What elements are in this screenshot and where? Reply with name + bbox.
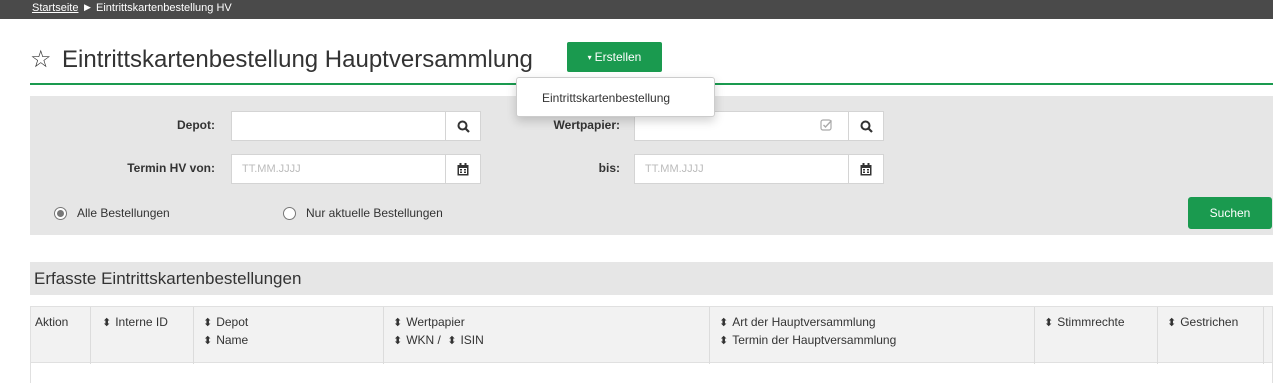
sort-icon: ⬍ (102, 317, 112, 329)
column-header-wertpapier[interactable]: ⬍ Wertpapier (393, 313, 465, 332)
column-divider (709, 307, 710, 364)
sort-icon: ⬍ (393, 317, 403, 329)
depot-label: Depot: (177, 118, 215, 132)
column-header-label: Interne ID (115, 315, 168, 329)
results-section-title: Erfasste Eintrittskartenbestellungen (30, 262, 1273, 295)
breadcrumb: Startseite ▶ Eintrittskartenbestellung H… (0, 0, 1273, 19)
breadcrumb-current: Eintrittskartenbestellung HV (96, 2, 232, 14)
create-button[interactable]: ▾ Erstellen (567, 42, 662, 72)
radio-current-label: Nur aktuelle Bestellungen (306, 206, 443, 220)
column-header-label: Name (216, 333, 249, 347)
radio-current-orders[interactable]: Nur aktuelle Bestellungen (283, 206, 443, 220)
column-header-label: Wertpapier (406, 315, 465, 329)
sort-icon: ⬍ (719, 317, 729, 329)
sort-icon: ⬍ (393, 335, 403, 347)
column-divider (90, 307, 91, 364)
termin-von-input[interactable]: TT.MM.JJJJ (231, 154, 446, 184)
star-outline-icon[interactable]: ☆ (30, 45, 52, 75)
bis-input[interactable]: TT.MM.JJJJ (634, 154, 849, 184)
radio-all-orders[interactable]: Alle Bestellungen (54, 206, 170, 220)
column-divider (383, 307, 384, 364)
column-header-wkn-isin[interactable]: ⬍ WKN / ⬍ ISIN (393, 331, 484, 350)
calendar-icon (457, 162, 469, 175)
search-button[interactable]: Suchen (1188, 197, 1272, 229)
column-header-depot[interactable]: ⬍ Depot (203, 313, 248, 332)
column-header-label: WKN / (406, 333, 441, 347)
create-menu: Eintrittskartenbestellung (516, 77, 715, 117)
sort-icon: ⬍ (1044, 317, 1054, 329)
termin-von-calendar-button[interactable] (446, 154, 481, 184)
column-divider (1034, 307, 1035, 364)
column-header-label: Depot (216, 315, 249, 329)
calendar-icon (860, 162, 872, 175)
sort-icon: ⬍ (1167, 317, 1177, 329)
column-header-label: Gestrichen (1180, 315, 1239, 329)
column-header-label: ISIN (460, 333, 484, 347)
column-header-label: Art der Hauptversammlung (732, 315, 876, 329)
sort-icon: ⬍ (203, 335, 213, 347)
radio-checked-icon (54, 206, 67, 220)
breadcrumb-separator-icon: ▶ (84, 2, 91, 12)
create-button-label: Erstellen (594, 50, 642, 64)
depot-search-button[interactable] (446, 111, 481, 141)
column-header-label: Termin der Hauptversammlung (732, 333, 897, 347)
column-header-stimmrechte[interactable]: ⬍ Stimmrechte (1044, 313, 1125, 332)
search-icon (457, 120, 470, 133)
search-icon (860, 120, 873, 133)
column-header-aktion: Aktion (35, 315, 69, 329)
wertpapier-label: Wertpapier: (553, 118, 620, 132)
radio-all-label: Alle Bestellungen (77, 206, 170, 220)
column-header-name[interactable]: ⬍ Name (203, 331, 248, 350)
column-header-interne-id[interactable]: ⬍ Interne ID (102, 313, 168, 332)
results-table-body (30, 363, 1273, 383)
column-header-art-hv[interactable]: ⬍ Art der Hauptversammlung (719, 313, 876, 332)
sort-icon: ⬍ (203, 317, 213, 329)
wertpapier-search-button[interactable] (849, 111, 884, 141)
depot-input[interactable] (231, 111, 446, 141)
caret-down-icon: ▾ (587, 52, 592, 62)
edit-check-icon[interactable] (820, 118, 833, 136)
column-divider (193, 307, 194, 364)
bis-label: bis: (598, 161, 620, 175)
column-header-gestrichen[interactable]: ⬍ Gestrichen (1167, 313, 1238, 332)
radio-unchecked-icon (283, 206, 296, 220)
breadcrumb-home-link[interactable]: Startseite (32, 2, 78, 14)
column-divider (1157, 307, 1158, 364)
sort-icon: ⬍ (447, 335, 457, 347)
column-divider (1263, 307, 1264, 364)
column-header-termin-hv[interactable]: ⬍ Termin der Hauptversammlung (719, 331, 896, 350)
page-title: Eintrittskartenbestellung Hauptversammlu… (62, 46, 533, 73)
column-header-label: Stimmrechte (1057, 315, 1125, 329)
bis-calendar-button[interactable] (849, 154, 884, 184)
create-menu-item-eintrittskartenbestellung[interactable]: Eintrittskartenbestellung (542, 91, 670, 105)
termin-von-label: Termin HV von: (127, 161, 215, 175)
sort-icon: ⬍ (719, 335, 729, 347)
